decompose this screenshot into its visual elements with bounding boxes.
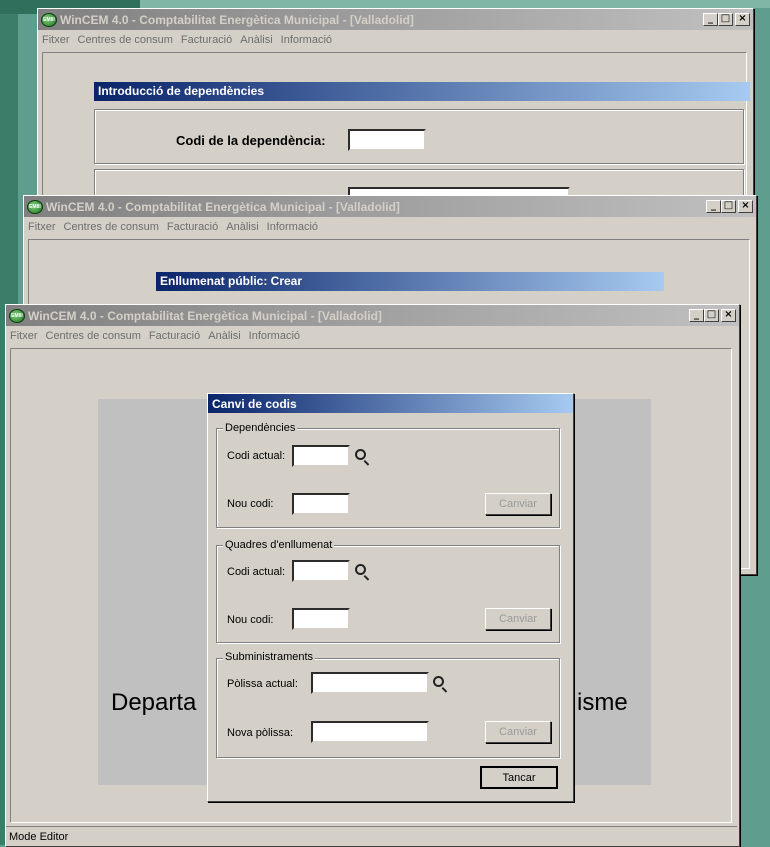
change-button[interactable]: Canviar [485,493,551,515]
new-code-label: Nou codi: [227,614,274,626]
code-label: Codi de la dependència: [176,133,326,148]
window-front-title: WinCEM 4.0 - Comptabilitat Energètica Mu… [28,308,382,323]
menu-centres-de-consum[interactable]: Centres de consum [60,221,163,233]
wincem-app-icon: EMIII [9,308,25,323]
form-title-dependencies: Introducció de dependències [94,82,750,101]
close-button[interactable]: × [735,13,750,26]
minimize-button[interactable]: _ [703,13,718,26]
close-dialog-button[interactable]: Tancar [480,766,558,789]
banner-text-left: Departa [111,689,197,716]
current-code-input[interactable] [292,560,350,582]
window-front-menubar: Fitxer Centres de consum Facturació Anàl… [6,326,739,345]
new-code-input[interactable] [292,608,350,630]
current-code-input[interactable] [292,445,350,467]
wincem-app-icon: EMIII [41,12,57,27]
current-policy-input[interactable] [311,672,429,694]
group-dependencies-legend: Dependències [223,422,298,434]
menu-informacio[interactable]: Informació [245,330,304,342]
menu-fitxer[interactable]: Fitxer [6,330,42,342]
window-middle-menubar: Fitxer Centres de consum Facturació Anàl… [24,217,756,236]
banner-text-right: isme [577,689,628,716]
menu-analisi[interactable]: Anàlisi [222,221,262,233]
menu-centres-de-consum[interactable]: Centres de consum [74,34,177,46]
maximize-button[interactable]: □ [721,200,736,213]
menu-analisi[interactable]: Anàlisi [236,34,276,46]
dialog-titlebar[interactable]: Canvi de codis [208,394,573,413]
search-icon[interactable] [433,676,444,687]
close-button[interactable]: × [721,309,736,322]
window-middle-title: WinCEM 4.0 - Comptabilitat Energètica Mu… [46,199,400,214]
new-policy-label: Nova pòlissa: [227,727,294,739]
close-button[interactable]: × [738,200,753,213]
window-back[interactable]: EMIII WinCEM 4.0 - Comptabilitat Energèt… [37,8,754,202]
menu-analisi[interactable]: Anàlisi [204,330,244,342]
menu-centres-de-consum[interactable]: Centres de consum [42,330,145,342]
window-back-titlebar[interactable]: EMIII WinCEM 4.0 - Comptabilitat Energèt… [38,9,753,30]
code-input[interactable] [348,129,426,151]
current-code-label: Codi actual: [227,566,286,578]
new-policy-input[interactable] [311,721,429,743]
menu-facturacio[interactable]: Facturació [145,330,204,342]
window-front-titlebar[interactable]: EMIII WinCEM 4.0 - Comptabilitat Energèt… [6,305,739,326]
search-icon[interactable] [355,564,366,575]
current-policy-label: Pòlissa actual: [227,678,298,690]
minimize-button[interactable]: _ [706,200,721,213]
menu-informacio[interactable]: Informació [263,221,322,233]
change-button[interactable]: Canviar [485,608,551,630]
dialog-title: Canvi de codis [212,396,297,411]
minimize-button[interactable]: _ [689,309,704,322]
maximize-button[interactable]: □ [704,309,719,322]
menu-fitxer[interactable]: Fitxer [24,221,60,233]
menu-fitxer[interactable]: Fitxer [38,34,74,46]
group-lighting-panels-legend: Quadres d'enllumenat [223,539,335,551]
current-code-label: Codi actual: [227,450,286,462]
search-icon[interactable] [355,449,366,460]
form-title-street-lighting: Enllumenat públic: Crear [156,272,664,291]
group-supplies-legend: Subministraments [223,651,316,663]
status-bar: Mode Editor [6,826,737,846]
wincem-app-icon: EMIII [27,199,43,214]
window-back-title: WinCEM 4.0 - Comptabilitat Energètica Mu… [60,12,414,27]
window-middle-titlebar[interactable]: EMIII WinCEM 4.0 - Comptabilitat Energèt… [24,196,756,217]
menu-informacio[interactable]: Informació [277,34,336,46]
maximize-button[interactable]: □ [718,13,733,26]
desktop-strip [140,0,770,8]
new-code-input[interactable] [292,493,350,515]
menu-facturacio[interactable]: Facturació [163,221,222,233]
change-button[interactable]: Canviar [485,721,551,743]
new-code-label: Nou codi: [227,498,274,510]
dialog-canvi-de-codis[interactable]: Canvi de codis Dependències Codi actual:… [207,393,574,802]
menu-facturacio[interactable]: Facturació [177,34,236,46]
window-back-menubar: Fitxer Centres de consum Facturació Anàl… [38,30,753,49]
